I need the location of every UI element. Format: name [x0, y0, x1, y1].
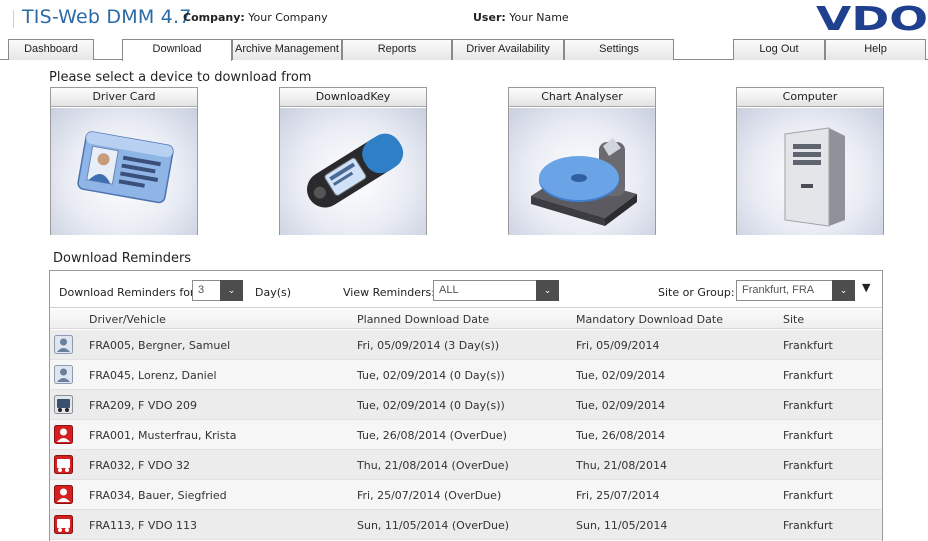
driver-status-icon — [54, 335, 73, 354]
planned-date-cell: Fri, 05/09/2014 (3 Day(s)) — [357, 339, 500, 352]
table-row[interactable]: FRA113, F VDO 113 Sun, 11/05/2014 (OverD… — [50, 510, 882, 540]
driver-vehicle-cell: FRA001, Musterfrau, Krista — [89, 429, 237, 442]
user-info: User: Your Name — [473, 11, 569, 24]
reminders-heading: Download Reminders — [53, 251, 192, 266]
device-tile-driver-card[interactable]: Driver Card — [50, 87, 198, 235]
vehicle-status-icon — [54, 395, 73, 414]
site-cell: Frankfurt — [783, 519, 833, 532]
site-cell: Frankfurt — [783, 369, 833, 382]
column-header-driver-vehicle[interactable]: Driver/Vehicle — [89, 313, 166, 326]
device-tile-chart-analyser[interactable]: Chart Analyser — [508, 87, 656, 235]
mandatory-date-cell: Fri, 25/07/2014 — [576, 489, 660, 502]
planned-date-cell: Tue, 02/09/2014 (0 Day(s)) — [357, 399, 505, 412]
view-reminders-value: ALL — [439, 284, 459, 296]
days-label: Download Reminders for: — [59, 286, 198, 299]
driver-overdue-icon — [54, 485, 73, 504]
driver-card-icon — [51, 108, 197, 235]
days-unit-label: Day(s) — [255, 286, 292, 299]
tab-driver-availability[interactable]: Driver Availability — [452, 39, 564, 60]
reminder-filter-bar: Download Reminders for: 3 ⌄ Day(s) View … — [50, 271, 882, 308]
company-value: Your Company — [248, 11, 328, 24]
site-group-select[interactable]: Frankfurt, FRA ⌄ — [736, 280, 855, 301]
tile-label: Driver Card — [51, 88, 197, 107]
reminders-panel: Download Reminders for: 3 ⌄ Day(s) View … — [49, 270, 883, 541]
tab-archive-management[interactable]: Archive Management — [232, 39, 342, 60]
options-menu-icon[interactable]: ▼ — [862, 281, 870, 294]
tile-label: Computer — [737, 88, 883, 107]
table-row[interactable]: FRA045, Lorenz, Daniel Tue, 02/09/2014 (… — [50, 360, 882, 390]
mandatory-date-cell: Tue, 02/09/2014 — [576, 399, 666, 412]
computer-icon — [737, 108, 883, 235]
column-header-mandatory-date[interactable]: Mandatory Download Date — [576, 313, 723, 326]
driver-vehicle-cell: FRA005, Bergner, Samuel — [89, 339, 231, 352]
app-title: TIS-Web DMM 4.7 — [22, 6, 192, 28]
device-tile-download-key[interactable]: DownloadKey — [279, 87, 427, 235]
tab-help[interactable]: Help — [825, 39, 926, 60]
chevron-down-icon[interactable]: ⌄ — [832, 280, 855, 301]
planned-date-cell: Tue, 02/09/2014 (0 Day(s)) — [357, 369, 505, 382]
chart-analyser-icon — [509, 108, 655, 235]
download-key-icon — [280, 108, 426, 235]
site-cell: Frankfurt — [783, 429, 833, 442]
driver-overdue-icon — [54, 425, 73, 444]
table-row[interactable]: FRA032, F VDO 32 Thu, 21/08/2014 (OverDu… — [50, 450, 882, 480]
mandatory-date-cell: Tue, 26/08/2014 — [576, 429, 666, 442]
view-reminders-select[interactable]: ALL ⌄ — [433, 280, 559, 301]
table-row[interactable]: FRA001, Musterfrau, Krista Tue, 26/08/20… — [50, 420, 882, 450]
column-header-site[interactable]: Site — [783, 313, 804, 326]
site-group-value: Frankfurt, FRA — [742, 284, 815, 296]
title-divider — [13, 10, 14, 28]
days-value: 3 — [198, 284, 205, 296]
company-label: Company: — [183, 11, 245, 24]
mandatory-date-cell: Sun, 11/05/2014 — [576, 519, 668, 532]
reminders-table-header: Driver/Vehicle Planned Download Date Man… — [50, 309, 882, 329]
site-cell: Frankfurt — [783, 459, 833, 472]
driver-vehicle-cell: FRA045, Lorenz, Daniel — [89, 369, 217, 382]
tab-settings[interactable]: Settings — [564, 39, 674, 60]
device-tile-computer[interactable]: Computer — [736, 87, 884, 235]
mandatory-date-cell: Thu, 21/08/2014 — [576, 459, 668, 472]
vehicle-overdue-icon — [54, 515, 73, 534]
user-value: Your Name — [509, 11, 569, 24]
vdo-logo: VDO — [816, 2, 928, 34]
company-info: Company: Your Company — [183, 11, 328, 24]
driver-status-icon — [54, 365, 73, 384]
planned-date-cell: Sun, 11/05/2014 (OverDue) — [357, 519, 510, 532]
tab-reports[interactable]: Reports — [342, 39, 452, 60]
days-select[interactable]: 3 ⌄ — [192, 280, 243, 301]
driver-vehicle-cell: FRA113, F VDO 113 — [89, 519, 198, 532]
tab-log-out[interactable]: Log Out — [733, 39, 825, 60]
site-group-label: Site or Group: — [658, 286, 735, 299]
site-cell: Frankfurt — [783, 489, 833, 502]
planned-date-cell: Thu, 21/08/2014 (OverDue) — [357, 459, 509, 472]
tab-download[interactable]: Download — [122, 39, 232, 61]
planned-date-cell: Tue, 26/08/2014 (OverDue) — [357, 429, 507, 442]
mandatory-date-cell: Fri, 05/09/2014 — [576, 339, 660, 352]
reminders-table-body: FRA005, Bergner, Samuel Fri, 05/09/2014 … — [50, 330, 882, 540]
top-bar: TIS-Web DMM 4.7 Company: Your Company Us… — [0, 0, 928, 38]
vdo-logo-text: VDO — [816, 2, 928, 34]
tab-dashboard[interactable]: Dashboard — [8, 39, 94, 60]
driver-vehicle-cell: FRA209, F VDO 209 — [89, 399, 198, 412]
table-row[interactable]: FRA005, Bergner, Samuel Fri, 05/09/2014 … — [50, 330, 882, 360]
planned-date-cell: Fri, 25/07/2014 (OverDue) — [357, 489, 502, 502]
view-reminders-label: View Reminders: — [343, 286, 435, 299]
main-tabs: Dashboard Download Archive Management Re… — [0, 38, 928, 61]
vehicle-overdue-icon — [54, 455, 73, 474]
site-cell: Frankfurt — [783, 339, 833, 352]
chevron-down-icon[interactable]: ⌄ — [536, 280, 559, 301]
site-cell: Frankfurt — [783, 399, 833, 412]
tile-label: Chart Analyser — [509, 88, 655, 107]
user-label: User: — [473, 11, 506, 24]
tile-label: DownloadKey — [280, 88, 426, 107]
mandatory-date-cell: Tue, 02/09/2014 — [576, 369, 666, 382]
column-header-planned-date[interactable]: Planned Download Date — [357, 313, 489, 326]
table-row[interactable]: FRA209, F VDO 209 Tue, 02/09/2014 (0 Day… — [50, 390, 882, 420]
driver-vehicle-cell: FRA034, Bauer, Siegfried — [89, 489, 227, 502]
driver-vehicle-cell: FRA032, F VDO 32 — [89, 459, 191, 472]
device-select-heading: Please select a device to download from — [49, 70, 312, 85]
table-row[interactable]: FRA034, Bauer, Siegfried Fri, 25/07/2014… — [50, 480, 882, 510]
chevron-down-icon[interactable]: ⌄ — [220, 280, 243, 301]
